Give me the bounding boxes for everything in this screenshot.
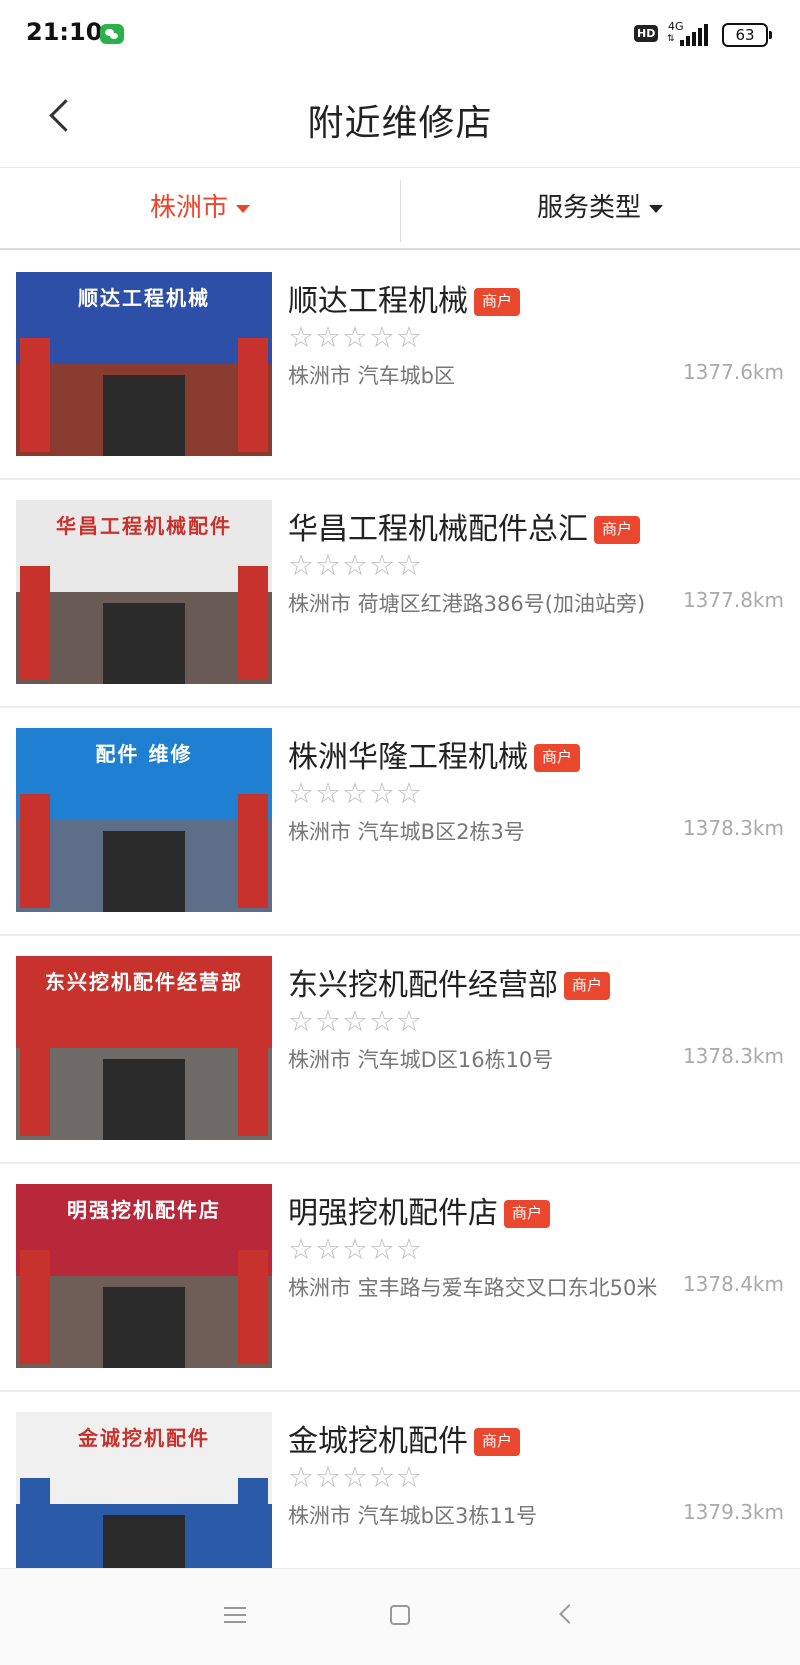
shop-photo-sign-text: 东兴挖机配件经营部 (45, 970, 243, 994)
shop-photo-panel (20, 1249, 50, 1364)
shop-address: 株洲市 荷塘区红港路386号(加油站旁) (288, 592, 646, 616)
shop-photo-panel (238, 793, 268, 908)
shop-photo-panel (238, 1249, 268, 1364)
shop-photo-door (103, 831, 185, 912)
shop-photo: 配件 维修 (16, 728, 272, 912)
shop-name: 株洲华隆工程机械 商户 (288, 732, 581, 776)
filter-bar: 株洲市 服务类型 (0, 168, 800, 250)
shop-photo-sign-text: 金诚挖机配件 (78, 1426, 210, 1450)
rating-stars: ☆☆☆☆☆ (288, 1004, 423, 1038)
rating-stars: ☆☆☆☆☆ (288, 548, 423, 582)
shop-name-text: 华昌工程机械配件总汇 (288, 512, 588, 547)
shop-name-text: 东兴挖机配件经营部 (288, 968, 558, 1003)
shop-distance: 1377.8km (682, 588, 784, 612)
rating-stars: ☆☆☆☆☆ (288, 1232, 423, 1266)
shop-distance: 1378.3km (682, 816, 784, 840)
shop-photo-panel (20, 1021, 50, 1136)
merchant-badge: 商户 (504, 1200, 551, 1228)
battery-icon: 63 (722, 23, 772, 47)
shop-name: 东兴挖机配件经营部 商户 (288, 960, 611, 1004)
shop-photo-door (103, 1059, 185, 1140)
shop-photo-panel (238, 337, 268, 452)
shop-photo-door (103, 1287, 185, 1368)
shop-photo: 东兴挖机配件经营部 (16, 956, 272, 1140)
shop-address: 株洲市 汽车城D区16栋10号 (288, 1048, 554, 1072)
shop-list-item[interactable]: 东兴挖机配件经营部 东兴挖机配件经营部 商户 ☆☆☆☆☆ 株洲市 汽车城D区16栋… (0, 936, 800, 1164)
merchant-badge: 商户 (564, 972, 611, 1000)
shop-photo: 华昌工程机械配件 (16, 500, 272, 684)
data-arrows-icon: ⇅ (667, 34, 675, 44)
shop-list-item[interactable]: 顺达工程机械 顺达工程机械 商户 ☆☆☆☆☆ 株洲市 汽车城b区 1377.6km (0, 252, 800, 480)
shop-name: 华昌工程机械配件总汇 商户 (288, 504, 641, 548)
shop-photo-sign-text: 明强挖机配件店 (67, 1198, 221, 1222)
shop-name-text: 顺达工程机械 (288, 284, 468, 319)
shop-address: 株洲市 汽车城b区3栋11号 (288, 1504, 538, 1528)
system-back-icon[interactable] (559, 1604, 579, 1624)
merchant-badge: 商户 (474, 1428, 521, 1456)
shop-distance: 1377.6km (682, 360, 784, 384)
shop-photo-door (103, 375, 185, 456)
hd-icon: HD (634, 25, 659, 42)
shop-list: 顺达工程机械 顺达工程机械 商户 ☆☆☆☆☆ 株洲市 汽车城b区 1377.6km… (0, 252, 800, 1620)
merchant-badge: 商户 (594, 516, 641, 544)
shop-photo-sign-text: 配件 维修 (95, 742, 193, 766)
shop-photo-panel (238, 1021, 268, 1136)
shop-name-text: 明强挖机配件店 (288, 1196, 498, 1231)
caret-down-icon (236, 204, 250, 213)
city-filter-label: 株洲市 (149, 193, 228, 223)
shop-name: 明强挖机配件店 商户 (288, 1188, 551, 1232)
shop-name: 金城挖机配件 商户 (288, 1416, 521, 1460)
menu-icon[interactable] (224, 1607, 246, 1625)
shop-address: 株洲市 汽车城b区 (288, 364, 456, 388)
service-type-filter-label: 服务类型 (536, 193, 641, 223)
shop-photo-panel (20, 337, 50, 452)
shop-distance: 1378.3km (682, 1044, 784, 1068)
shop-list-item[interactable]: 明强挖机配件店 明强挖机配件店 商户 ☆☆☆☆☆ 株洲市 宝丰路与爱车路交叉口东北… (0, 1164, 800, 1392)
shop-address: 株洲市 宝丰路与爱车路交叉口东北50米 (288, 1276, 658, 1300)
shop-photo: 明强挖机配件店 (16, 1184, 272, 1368)
shop-name: 顺达工程机械 商户 (288, 276, 521, 320)
city-filter-dropdown[interactable]: 株洲市 (0, 168, 400, 248)
signal-icon (680, 24, 710, 46)
merchant-badge: 商户 (534, 744, 581, 772)
caret-down-icon (649, 204, 663, 213)
shop-photo-sign-text: 顺达工程机械 (78, 286, 210, 310)
home-square-icon[interactable] (390, 1605, 410, 1625)
shop-photo-panel (20, 793, 50, 908)
shop-list-item[interactable]: 华昌工程机械配件 华昌工程机械配件总汇 商户 ☆☆☆☆☆ 株洲市 荷塘区红港路38… (0, 480, 800, 708)
page-title: 附近维修店 (307, 103, 493, 144)
shop-name-text: 金城挖机配件 (288, 1424, 468, 1459)
shop-distance: 1379.3km (682, 1500, 784, 1524)
status-bar: 21:10 HD 4G ⇅ 63 (0, 0, 800, 70)
rating-stars: ☆☆☆☆☆ (288, 320, 423, 354)
shop-photo-door (103, 603, 185, 684)
shop-photo-sign-text: 华昌工程机械配件 (56, 514, 232, 538)
rating-stars: ☆☆☆☆☆ (288, 776, 423, 810)
service-type-filter-dropdown[interactable]: 服务类型 (400, 168, 800, 248)
merchant-badge: 商户 (474, 288, 521, 316)
shop-distance: 1378.4km (682, 1272, 784, 1296)
shop-list-item[interactable]: 配件 维修 株洲华隆工程机械 商户 ☆☆☆☆☆ 株洲市 汽车城B区2栋3号 137… (0, 708, 800, 936)
status-time: 21:10 (26, 18, 103, 46)
shop-photo-panel (20, 565, 50, 680)
shop-photo: 顺达工程机械 (16, 272, 272, 456)
app-header: 附近维修店 (0, 70, 800, 168)
wechat-notification-icon (100, 24, 124, 44)
rating-stars: ☆☆☆☆☆ (288, 1460, 423, 1494)
shop-address: 株洲市 汽车城B区2栋3号 (288, 820, 525, 844)
shop-name-text: 株洲华隆工程机械 (288, 740, 528, 775)
system-nav-bar (0, 1568, 800, 1665)
shop-photo-panel (238, 565, 268, 680)
